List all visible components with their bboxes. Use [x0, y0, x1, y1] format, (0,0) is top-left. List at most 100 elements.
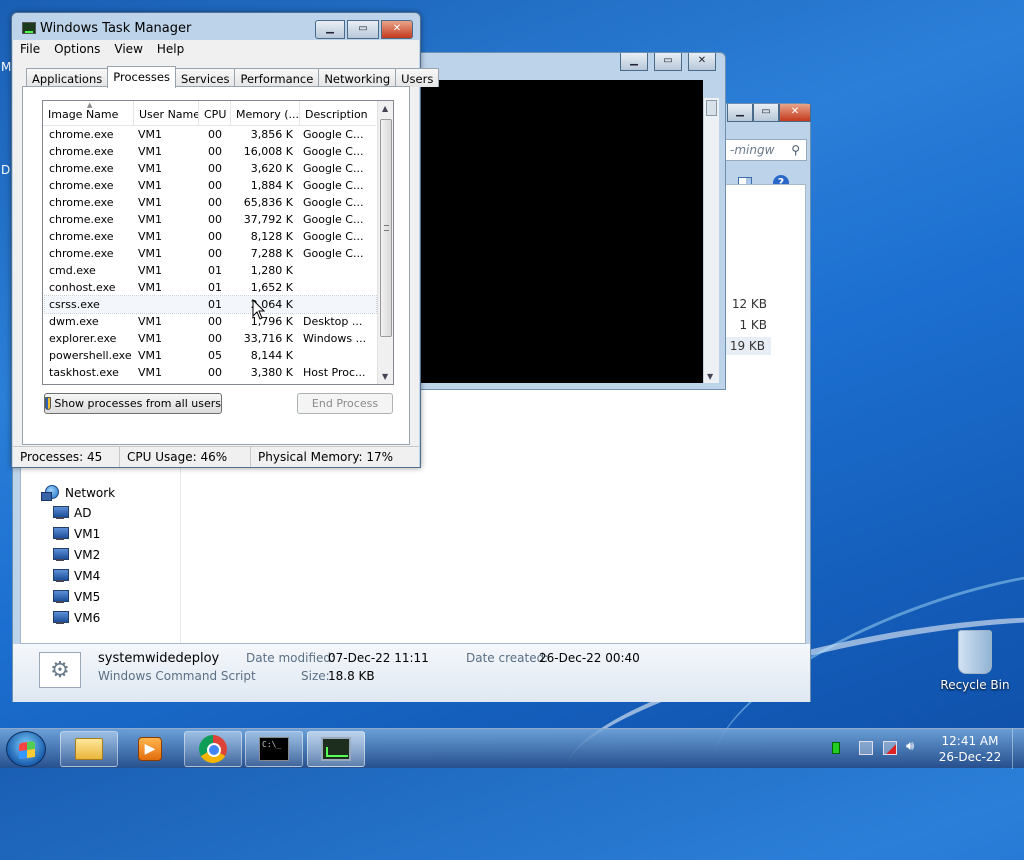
taskbar-explorer-button[interactable]: [60, 731, 118, 767]
nav-item-label: VM1: [74, 527, 101, 541]
column-user-name[interactable]: User Name: [134, 101, 199, 125]
start-button[interactable]: [6, 731, 46, 767]
process-row[interactable]: taskhost.exe VM1 00 3,380 K Host Proc...: [45, 364, 376, 381]
process-description: Google C...: [303, 179, 364, 192]
show-all-processes-button[interactable]: Show processes from all users: [44, 393, 222, 414]
tab-strip: Applications Processes Services Performa…: [26, 66, 440, 88]
process-image-name: conhost.exe: [49, 281, 116, 294]
process-row[interactable]: powershell.exe VM1 05 8,144 K: [45, 347, 376, 364]
column-image-name[interactable]: ▲ Image Name: [43, 101, 134, 125]
minimize-button[interactable]: ▁: [315, 20, 345, 39]
process-row[interactable]: explorer.exe VM1 00 33,716 K Windows ...: [45, 330, 376, 347]
column-label: CPU: [204, 108, 227, 121]
scroll-up-icon[interactable]: ▲: [382, 104, 388, 113]
action-center-icon[interactable]: [859, 741, 873, 755]
tab-users[interactable]: Users: [395, 68, 440, 87]
file-size-selected[interactable]: 19 KB: [723, 337, 771, 355]
process-image-name: chrome.exe: [49, 213, 114, 226]
nav-item-computer[interactable]: VM6: [52, 611, 100, 625]
show-desktop-button[interactable]: [1012, 729, 1024, 769]
volume-icon[interactable]: 🔊︎: [906, 739, 920, 754]
column-memory[interactable]: Memory (...: [231, 101, 300, 125]
process-user-name: VM1: [138, 162, 163, 175]
process-user-name: VM1: [138, 196, 163, 209]
process-row[interactable]: chrome.exe VM1 00 3,620 K Google C...: [45, 160, 376, 177]
process-row[interactable]: chrome.exe VM1 00 16,008 K Google C...: [45, 143, 376, 160]
search-input[interactable]: -mingw ⚲: [725, 139, 807, 161]
process-list-scroll-thumb[interactable]: [380, 119, 392, 337]
tab-performance[interactable]: Performance: [234, 68, 320, 87]
maximize-button[interactable]: ▭: [347, 20, 379, 39]
task-manager-icon: [22, 22, 36, 34]
console-maximize-button[interactable]: ▭: [654, 53, 682, 71]
process-row[interactable]: dwm.exe VM1 00 1,796 K Desktop ...: [45, 313, 376, 330]
clock[interactable]: 12:41 AM 26-Dec-22: [936, 733, 1004, 765]
process-cpu: 00: [208, 247, 222, 260]
menu-view[interactable]: View: [107, 40, 149, 60]
tab-processes[interactable]: Processes: [107, 66, 176, 88]
process-row[interactable]: conhost.exe VM1 01 1,652 K: [45, 279, 376, 296]
process-cpu: 01: [208, 281, 222, 294]
column-label: Description: [305, 108, 368, 121]
nav-item-network[interactable]: Network: [41, 485, 115, 501]
nav-item-computer[interactable]: VM2: [52, 548, 100, 562]
process-list-scrollbar[interactable]: ▲ ▼: [377, 101, 393, 384]
scroll-down-icon[interactable]: ▼: [382, 372, 388, 381]
search-icon[interactable]: ⚲: [791, 143, 800, 157]
console-scroll-thumb[interactable]: [706, 100, 717, 116]
taskbar-task-manager-button[interactable]: [307, 731, 365, 767]
end-process-button[interactable]: End Process: [297, 393, 393, 414]
task-manager-window[interactable]: Windows Task Manager ▁ ▭ ✕ File Options …: [11, 12, 440, 468]
nav-item-label: AD: [74, 506, 92, 520]
taskbar-cmd-button[interactable]: C:\_: [245, 731, 303, 767]
process-memory: 8,144 K: [250, 349, 293, 362]
process-image-name: chrome.exe: [49, 162, 114, 175]
column-description[interactable]: Description: [300, 101, 376, 125]
explorer-maximize-button[interactable]: ▭: [753, 104, 779, 122]
process-row[interactable]: chrome.exe VM1 00 1,884 K Google C...: [45, 177, 376, 194]
process-memory: 1,884 K: [250, 179, 293, 192]
column-label: Memory (...: [236, 108, 300, 121]
performance-tray-icon[interactable]: [832, 742, 840, 754]
folder-icon: [75, 738, 103, 760]
column-cpu[interactable]: CPU: [199, 101, 231, 125]
process-row[interactable]: chrome.exe VM1 00 3,856 K Google C...: [45, 126, 376, 143]
process-list[interactable]: ▲ Image Name User Name CPU Memory (... D…: [42, 100, 394, 385]
nav-item-computer[interactable]: VM4: [52, 569, 100, 583]
console-screen[interactable]: [421, 80, 703, 383]
file-size[interactable]: 12 KB: [732, 297, 767, 311]
taskbar-chrome-button[interactable]: [184, 731, 242, 767]
nav-item-label: Network: [65, 486, 116, 500]
process-row[interactable]: chrome.exe VM1 00 65,836 K Google C...: [45, 194, 376, 211]
nav-item-computer[interactable]: VM5: [52, 590, 100, 604]
explorer-close-button[interactable]: ✕: [779, 104, 811, 122]
network-disconnected-icon[interactable]: [883, 741, 897, 755]
process-row[interactable]: chrome.exe VM1 00 37,792 K Google C...: [45, 211, 376, 228]
explorer-minimize-button[interactable]: ▁: [727, 104, 753, 122]
close-button[interactable]: ✕: [381, 20, 413, 39]
console-close-button[interactable]: ✕: [688, 53, 716, 71]
console-scrollbar[interactable]: ▼: [703, 98, 719, 383]
console-window[interactable]: ▁ ▭ ✕ ▼: [405, 52, 726, 390]
tab-networking[interactable]: Networking: [318, 68, 397, 87]
recycle-bin[interactable]: Recycle Bin: [940, 630, 1010, 692]
menu-options[interactable]: Options: [47, 40, 107, 60]
nav-item-computer[interactable]: AD: [52, 506, 91, 520]
tab-applications[interactable]: Applications: [26, 68, 109, 87]
scroll-down-icon[interactable]: ▼: [707, 372, 713, 381]
process-user-name: VM1: [138, 213, 163, 226]
nav-item-computer[interactable]: VM1: [52, 527, 100, 541]
process-cpu: 00: [208, 315, 222, 328]
menu-file[interactable]: File: [13, 40, 47, 60]
process-row[interactable]: chrome.exe VM1 00 7,288 K Google C...: [45, 245, 376, 262]
process-row[interactable]: chrome.exe VM1 00 8,128 K Google C...: [45, 228, 376, 245]
menu-help[interactable]: Help: [150, 40, 191, 60]
process-row[interactable]: cmd.exe VM1 01 1,280 K: [45, 262, 376, 279]
taskbar-media-player-button[interactable]: ▶: [121, 731, 179, 767]
tab-services[interactable]: Services: [174, 68, 236, 87]
console-minimize-button[interactable]: ▁: [620, 53, 648, 71]
process-user-name: VM1: [138, 332, 163, 345]
process-cpu: 05: [208, 349, 222, 362]
process-row[interactable]: csrss.exe 01 2,064 K: [44, 295, 377, 314]
file-size[interactable]: 1 KB: [739, 318, 767, 332]
